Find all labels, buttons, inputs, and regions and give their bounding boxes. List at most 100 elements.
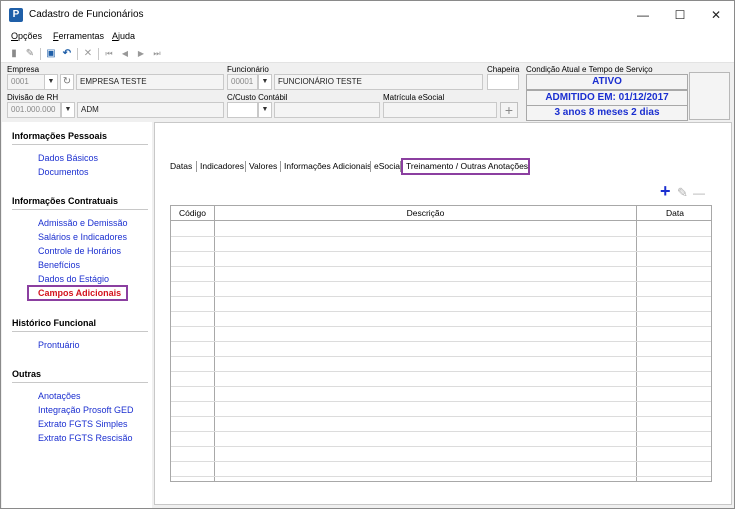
table-row [171, 386, 711, 387]
tab-valores[interactable]: Valores [249, 161, 277, 171]
delete-x-icon[interactable]: ✕ [81, 47, 95, 61]
title-bar: P Cadastro de Funcionários — ☐ ✕ [1, 1, 734, 29]
menu-ferramentas[interactable]: Ferramentas [53, 31, 104, 41]
custo-dropdown-icon[interactable]: ▼ [258, 102, 272, 118]
tab-datas[interactable]: Datas [170, 161, 192, 171]
active-tab-highlight [401, 158, 530, 175]
menu-ajuda[interactable]: Ajuda [112, 31, 135, 41]
sidebar-item-documentos[interactable]: Documentos [38, 167, 89, 177]
maximize-button[interactable]: ☐ [662, 1, 698, 29]
sidebar-item-salarios[interactable]: Salários e Indicadores [38, 232, 127, 242]
chapeira-label: Chapeira [487, 65, 520, 74]
funcionario-label: Funcionário [227, 65, 269, 74]
refresh-icon[interactable]: ↻ [60, 74, 74, 90]
menu-bar: Opções Ferramentas Ajuda [1, 29, 734, 45]
add-matricula-button[interactable]: + [500, 102, 518, 118]
funcionario-code-input[interactable]: 00001 [227, 74, 258, 90]
divisao-label: Divisão de RH [7, 93, 59, 102]
column-divider [636, 206, 637, 481]
save-disk-icon[interactable]: ▣ [44, 47, 58, 61]
table-row [171, 326, 711, 327]
window-title: Cadastro de Funcionários [29, 9, 144, 20]
table-row [171, 461, 711, 462]
table-row [171, 476, 711, 477]
table-row [171, 356, 711, 357]
table-row [171, 341, 711, 342]
funcionario-name-field: FUNCIONÁRIO TESTE [274, 74, 483, 90]
toolbar-separator [98, 48, 99, 60]
sidebar-item-fgts-simples[interactable]: Extrato FGTS Simples [38, 419, 128, 429]
next-record-icon[interactable]: ▶ [134, 47, 148, 61]
close-button[interactable]: ✕ [698, 1, 734, 29]
sidebar-item-admissao[interactable]: Admissão e Demissão [38, 218, 128, 228]
previous-record-icon[interactable]: ◀ [118, 47, 132, 61]
sidebar-item-estagio[interactable]: Dados do Estágio [38, 274, 109, 284]
divisao-dropdown-icon[interactable]: ▼ [61, 102, 75, 118]
sidebar-item-beneficios[interactable]: Benefícios [38, 260, 80, 270]
sidebar-item-horarios[interactable]: Controle de Horários [38, 246, 121, 256]
service-time-badge: 3 anos 8 meses 2 dias [526, 105, 688, 121]
tab-esocial[interactable]: eSocial [374, 161, 402, 171]
admission-date-badge: ADMITIDO EM: 01/12/2017 [526, 90, 688, 106]
funcionario-dropdown-icon[interactable]: ▼ [258, 74, 272, 90]
divisao-name-field: ADM [77, 102, 224, 118]
add-plus-icon[interactable]: + [660, 182, 671, 200]
table-row [171, 236, 711, 237]
menu-label: pções [18, 31, 43, 41]
menu-label: erramentas [58, 31, 105, 41]
edit-pencil-icon[interactable]: ✎ [23, 47, 37, 61]
undo-icon[interactable]: ↶ [60, 47, 74, 61]
sidebar-item-anotacoes[interactable]: Anotações [38, 391, 81, 401]
tab-indicadores[interactable]: Indicadores [200, 161, 244, 171]
section-informacoes-contratuais: Informações Contratuais [12, 196, 119, 206]
sidebar-divider [12, 331, 148, 332]
divisao-code-input[interactable]: 001.000.000 [7, 102, 61, 118]
custo-name-field [274, 102, 380, 118]
table-row [171, 416, 711, 417]
column-divider [214, 206, 215, 481]
table-row [171, 281, 711, 282]
column-header-descricao[interactable]: Descrição [215, 206, 636, 221]
column-header-data[interactable]: Data [637, 206, 711, 221]
tab-informacoes-adicionais[interactable]: Informações Adicionais [284, 161, 371, 171]
matricula-label: Matrícula eSocial [383, 93, 445, 102]
first-record-icon[interactable]: ⏮ [102, 47, 116, 61]
custo-code-input[interactable] [227, 102, 258, 118]
edit-pencil-icon[interactable]: ✎ [677, 185, 688, 201]
main-panel: Datas Indicadores Valores Informações Ad… [154, 122, 732, 505]
app-logo-icon: P [9, 8, 23, 22]
table-row [171, 401, 711, 402]
sidebar-divider [12, 209, 148, 210]
toolbar: ▮ ✎ ▣ ↶ ✕ ⏮ ◀ ▶ ⏭ [1, 45, 734, 63]
table-row [171, 266, 711, 267]
empresa-dropdown-icon[interactable]: ▼ [44, 74, 58, 90]
column-header-codigo[interactable]: Código [171, 206, 214, 221]
tab-divider [196, 161, 197, 172]
sidebar-item-fgts-rescisao[interactable]: Extrato FGTS Rescisão [38, 433, 133, 443]
remove-minus-icon[interactable]: — [693, 185, 705, 201]
selection-highlight [27, 285, 128, 301]
status-badge: ATIVO [526, 74, 688, 90]
menu-opcoes[interactable]: Opções [11, 31, 42, 41]
sidebar-item-dados-basicos[interactable]: Dados Básicos [38, 153, 98, 163]
new-document-icon[interactable]: ▮ [7, 47, 21, 61]
chapeira-input[interactable] [487, 74, 519, 90]
annotations-table: Código Descrição Data [170, 205, 712, 482]
sidebar-item-prontuario[interactable]: Prontuário [38, 340, 80, 350]
table-row [171, 251, 711, 252]
condicao-label: Condição Atual e Tempo de Serviço [526, 65, 653, 74]
matricula-esocial-input[interactable] [383, 102, 497, 118]
sidebar-item-integracao-ged[interactable]: Integração Prosoft GED [38, 405, 134, 415]
sidebar-divider [12, 144, 148, 145]
empresa-code-input[interactable]: 0001 [7, 74, 45, 90]
minimize-button[interactable]: — [625, 1, 661, 29]
toolbar-separator [40, 48, 41, 60]
last-record-icon[interactable]: ⏭ [150, 47, 164, 61]
sidebar: Informações Pessoais Dados Básicos Docum… [2, 122, 152, 508]
empresa-label: Empresa [7, 65, 40, 74]
toolbar-separator [77, 48, 78, 60]
section-outras: Outras [12, 369, 42, 379]
custo-label: C/Custo Contábil [227, 93, 288, 102]
employee-photo[interactable] [689, 72, 730, 120]
empresa-name-field: EMPRESA TESTE [76, 74, 224, 90]
